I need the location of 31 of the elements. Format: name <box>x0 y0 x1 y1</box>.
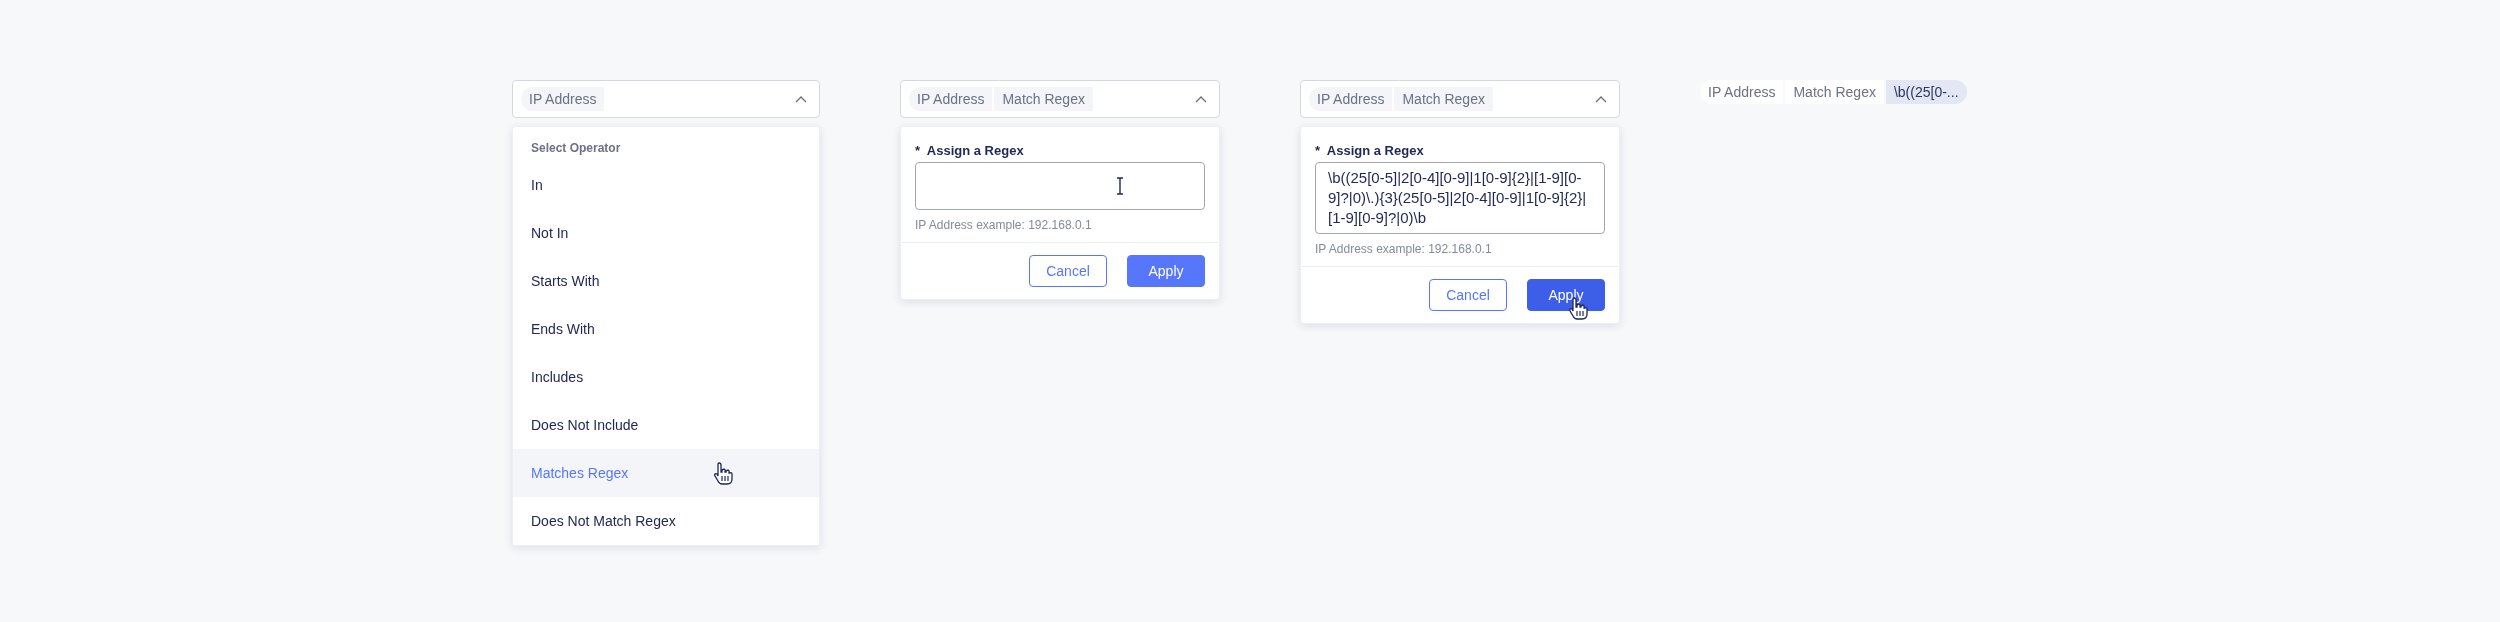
filter-chip[interactable]: IP Address <box>521 87 605 111</box>
menu-item[interactable]: Includes <box>513 353 819 401</box>
field-label: * Assign a Regex <box>1315 143 1425 158</box>
menu-item[interactable]: Does Not Match Regex <box>513 497 819 545</box>
filter-select[interactable]: IP Address Match Regex <box>1300 80 1620 118</box>
text-cursor-icon <box>1115 176 1125 196</box>
filter-chip[interactable]: IP Address <box>1309 87 1393 111</box>
cancel-button[interactable]: Cancel <box>1029 255 1107 287</box>
menu-heading: Select Operator <box>530 140 622 157</box>
regex-field[interactable]: \b((25[0-5]|2[0-4][0-9]|1[0-9]{2}|[1-9][0-9]?|0)\.){3}(25[0-5]|2[0-4][0-9]|1[0-9]{2}|[1-9][0-9]?|0)\b <box>1315 162 1605 234</box>
field-hint: IP Address example: 192.168.0.1 <box>915 218 1093 232</box>
filter-chip[interactable]: Match Regex <box>1394 87 1493 111</box>
filter-select[interactable]: IP Address Match Regex <box>900 80 1220 118</box>
hand-pointer-icon <box>713 461 733 485</box>
menu-item[interactable]: Ends With <box>513 305 819 353</box>
field-hint: IP Address example: 192.168.0.1 <box>1315 242 1493 256</box>
menu-item[interactable]: Does Not Include <box>513 401 819 449</box>
filter-chip[interactable]: IP Address <box>909 87 993 111</box>
menu-item[interactable]: Starts With <box>513 257 819 305</box>
filter-select[interactable]: IP Address <box>512 80 820 118</box>
filter-chip[interactable]: IP Address <box>1700 80 1784 104</box>
filter-chip[interactable]: \b((25[0-... <box>1885 80 1967 104</box>
filter-chip[interactable]: Match Regex <box>1785 80 1884 104</box>
cancel-button[interactable]: Cancel <box>1429 279 1507 311</box>
filter-chip[interactable]: Match Regex <box>994 87 1093 111</box>
menu-item[interactable]: Not In <box>513 209 819 257</box>
apply-button[interactable]: Apply <box>1127 255 1205 287</box>
menu-item[interactable]: In <box>513 161 819 209</box>
field-label: * Assign a Regex <box>915 143 1025 158</box>
regex-field[interactable] <box>915 162 1205 210</box>
menu-item[interactable]: Matches Regex <box>513 449 819 497</box>
